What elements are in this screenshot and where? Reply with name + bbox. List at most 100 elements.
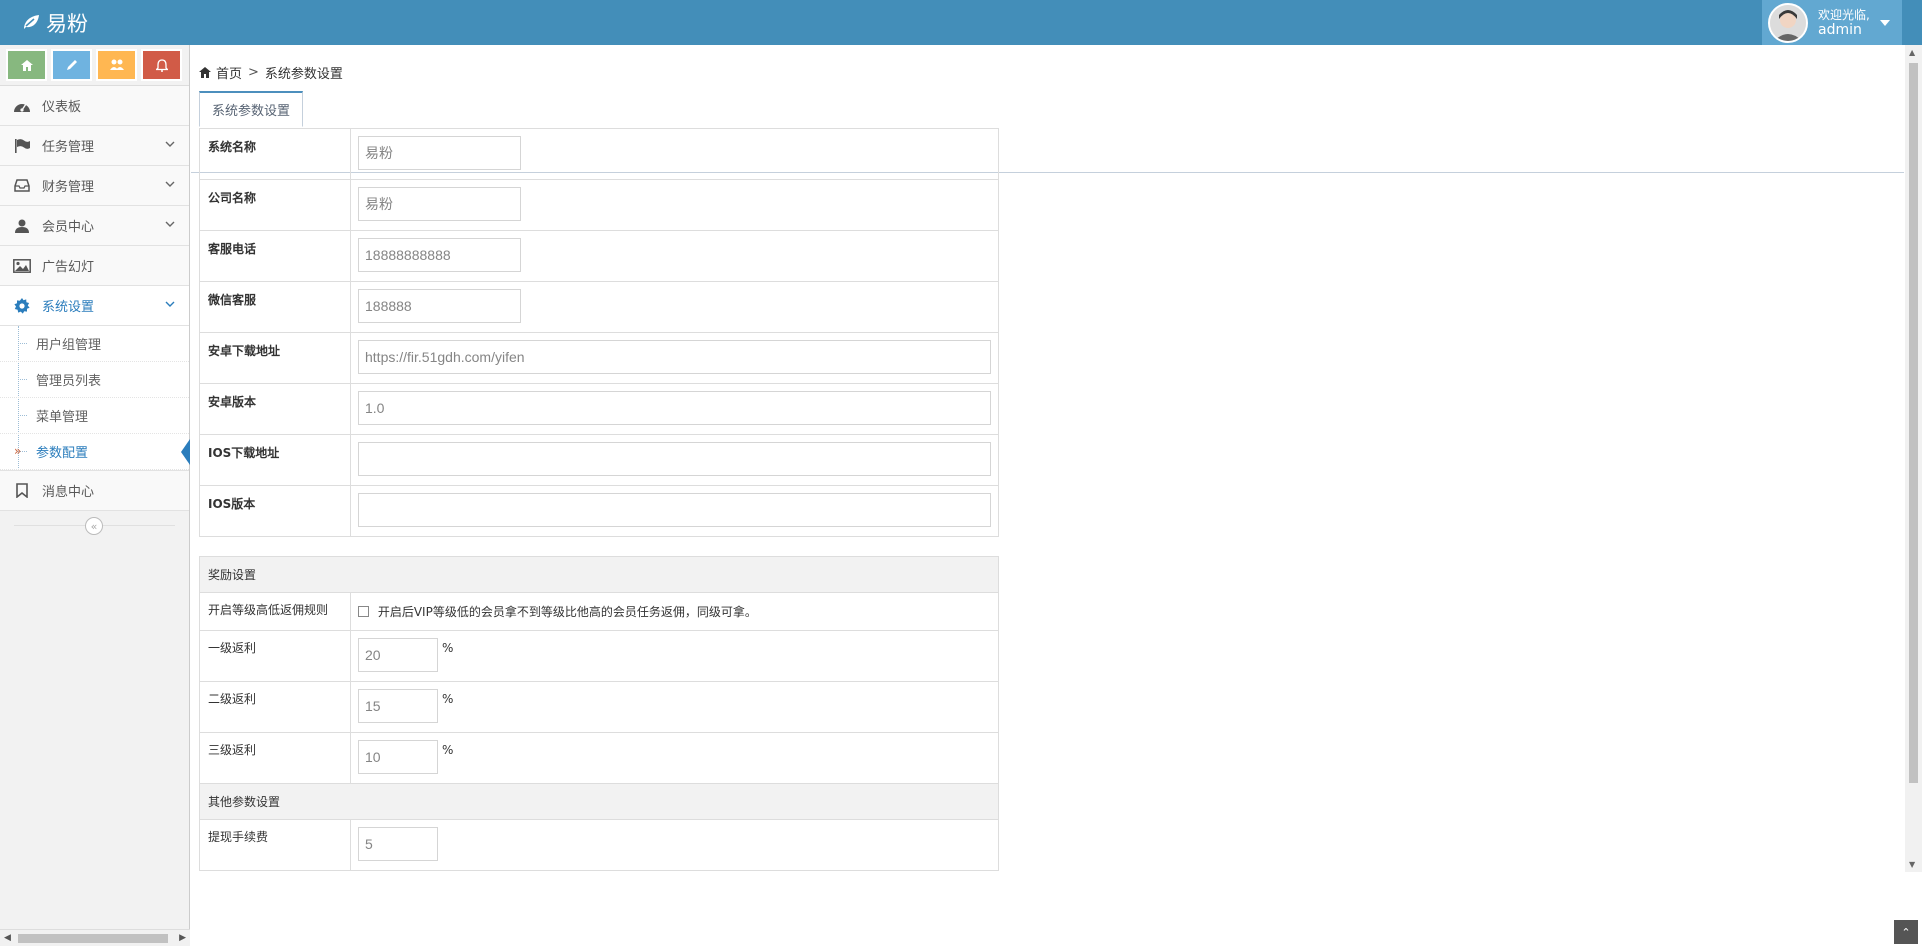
breadcrumb: 首页 > 系统参数设置 [199, 63, 343, 82]
chevron-down-icon [165, 181, 175, 187]
sidebar-subitem-label: 用户组管理 [36, 338, 102, 353]
sidebar-subitem-user-groups[interactable]: 用户组管理 [0, 326, 189, 362]
leaf-icon [22, 11, 46, 35]
company-name-input[interactable] [358, 187, 521, 221]
sidebar-subitem-params[interactable]: » 参数配置 [0, 434, 190, 470]
scroll-right-icon[interactable]: ▶ [179, 933, 186, 943]
sidebar-subitem-label: 管理员列表 [36, 374, 102, 389]
percent-unit: % [442, 743, 454, 757]
ios-version-input[interactable] [358, 493, 991, 527]
horizontal-scrollbar[interactable]: ◀ ▶ [0, 929, 190, 946]
user-menu[interactable]: 欢迎光临, admin [1762, 0, 1902, 45]
breadcrumb-home[interactable]: 首页 [216, 63, 242, 82]
sidebar-item-ads[interactable]: 广告幻灯 [0, 246, 189, 286]
scroll-thumb[interactable] [18, 934, 168, 943]
ios-url-input[interactable] [358, 442, 991, 476]
chevron-down-icon [165, 301, 175, 307]
main-content: 首页 > 系统参数设置 系统参数设置 系统名称 公司名称 客服电话 微信客服 安… [191, 45, 1904, 946]
field-label: IOS版本 [199, 485, 351, 537]
basic-settings-table: 系统名称 公司名称 客服电话 微信客服 安卓下载地址 安卓版本 IOS下载地址 [199, 128, 999, 537]
settings-submenu: 用户组管理 管理员列表 菜单管理 » 参数配置 [0, 326, 190, 471]
breadcrumb-separator: > [248, 65, 259, 80]
sidebar-item-finance[interactable]: 财务管理 [0, 166, 189, 206]
double-angle-up-icon: ⌃ [1901, 925, 1911, 939]
field-label: 提现手续费 [199, 819, 351, 871]
service-phone-input[interactable] [358, 238, 521, 272]
double-angle-right-icon: » [14, 444, 22, 458]
caret-down-icon[interactable] [1880, 20, 1890, 26]
sidebar-item-tasks[interactable]: 任务管理 [0, 126, 189, 166]
table-row: 系统名称 [199, 128, 999, 180]
rebate-rule-text: 开启后VIP等级低的会员拿不到等级比他高的会员任务返佣，同级可拿。 [377, 605, 757, 619]
home-shortcut-button[interactable] [6, 49, 47, 81]
android-version-input[interactable] [358, 391, 991, 425]
picture-icon [12, 258, 32, 274]
bookmark-icon [12, 483, 32, 499]
table-row: 客服电话 [199, 230, 999, 282]
table-row: 三级返利 % [199, 732, 999, 784]
home-icon [20, 59, 33, 71]
field-label: 开启等级高低返佣规则 [199, 592, 351, 631]
sidebar-item-messages[interactable]: 消息中心 [0, 471, 189, 511]
gear-icon [12, 297, 32, 314]
field-label: 安卓下载地址 [199, 332, 351, 384]
sidebar-item-label: 财务管理 [42, 180, 95, 195]
scroll-thumb[interactable] [1909, 63, 1918, 783]
level3-rebate-input[interactable] [358, 740, 438, 774]
withdraw-fee-input[interactable] [358, 827, 438, 861]
user-icon [12, 218, 32, 234]
back-to-top-button[interactable]: ⌃ [1894, 920, 1918, 944]
tab-system-params[interactable]: 系统参数设置 [199, 91, 304, 127]
table-row: 安卓版本 [199, 383, 999, 435]
scroll-down-icon[interactable]: ▼ [1909, 860, 1915, 869]
bell-shortcut-button[interactable] [141, 49, 182, 81]
shortcuts [0, 45, 189, 86]
field-label: 系统名称 [199, 128, 351, 180]
table-row: IOS下载地址 [199, 434, 999, 486]
section-header: 奖励设置 [199, 556, 999, 593]
scroll-up-icon[interactable]: ▲ [1909, 48, 1915, 57]
table-row: 公司名称 [199, 179, 999, 231]
percent-unit: % [442, 641, 454, 655]
sidebar-subitem-menus[interactable]: 菜单管理 [0, 398, 189, 434]
field-label: 客服电话 [199, 230, 351, 282]
wechat-service-input[interactable] [358, 289, 521, 323]
bell-icon [155, 58, 168, 72]
field-label: 三级返利 [199, 732, 351, 784]
table-row: 开启等级高低返佣规则 开启后VIP等级低的会员拿不到等级比他高的会员任务返佣，同… [199, 592, 999, 631]
collapse-sidebar-icon[interactable]: « [85, 517, 103, 535]
rebate-rule-checkbox[interactable] [358, 606, 369, 617]
sidebar-subitem-admins[interactable]: 管理员列表 [0, 362, 189, 398]
section-header-row: 其他参数设置 [199, 783, 999, 820]
field-label: IOS下载地址 [199, 434, 351, 486]
brand[interactable]: 易粉 [22, 0, 88, 45]
sidebar-item-label: 系统设置 [42, 300, 95, 315]
user-name: admin [1818, 21, 1862, 38]
sidebar-item-members[interactable]: 会员中心 [0, 206, 189, 246]
home-icon [199, 67, 211, 78]
chevron-down-icon [165, 141, 175, 147]
sidebar-item-dashboard[interactable]: 仪表板 [0, 86, 189, 126]
level1-rebate-input[interactable] [358, 638, 438, 672]
flag-icon [12, 138, 32, 154]
pencil-shortcut-button[interactable] [51, 49, 92, 81]
table-row: 微信客服 [199, 281, 999, 333]
inbox-icon [12, 178, 32, 194]
users-shortcut-button[interactable] [96, 49, 137, 81]
vertical-scrollbar[interactable]: ▲ ▼ [1905, 45, 1922, 872]
sidebar-item-settings[interactable]: 系统设置 [0, 286, 189, 326]
user-greeting: 欢迎光临, [1818, 7, 1870, 22]
level2-rebate-input[interactable] [358, 689, 438, 723]
sidebar-item-label: 任务管理 [42, 140, 95, 155]
android-url-input[interactable] [358, 340, 991, 374]
section-header: 其他参数设置 [199, 783, 999, 820]
sidebar-item-label: 仪表板 [42, 100, 82, 115]
sidebar-collapse-bar: « [0, 511, 189, 541]
scroll-left-icon[interactable]: ◀ [4, 933, 11, 943]
breadcrumb-current: 系统参数设置 [264, 67, 343, 82]
field-label: 二级返利 [199, 681, 351, 733]
pencil-icon [66, 60, 77, 70]
system-name-input[interactable] [358, 136, 521, 170]
chevron-down-icon [165, 221, 175, 227]
section-header-row: 奖励设置 [199, 556, 999, 593]
